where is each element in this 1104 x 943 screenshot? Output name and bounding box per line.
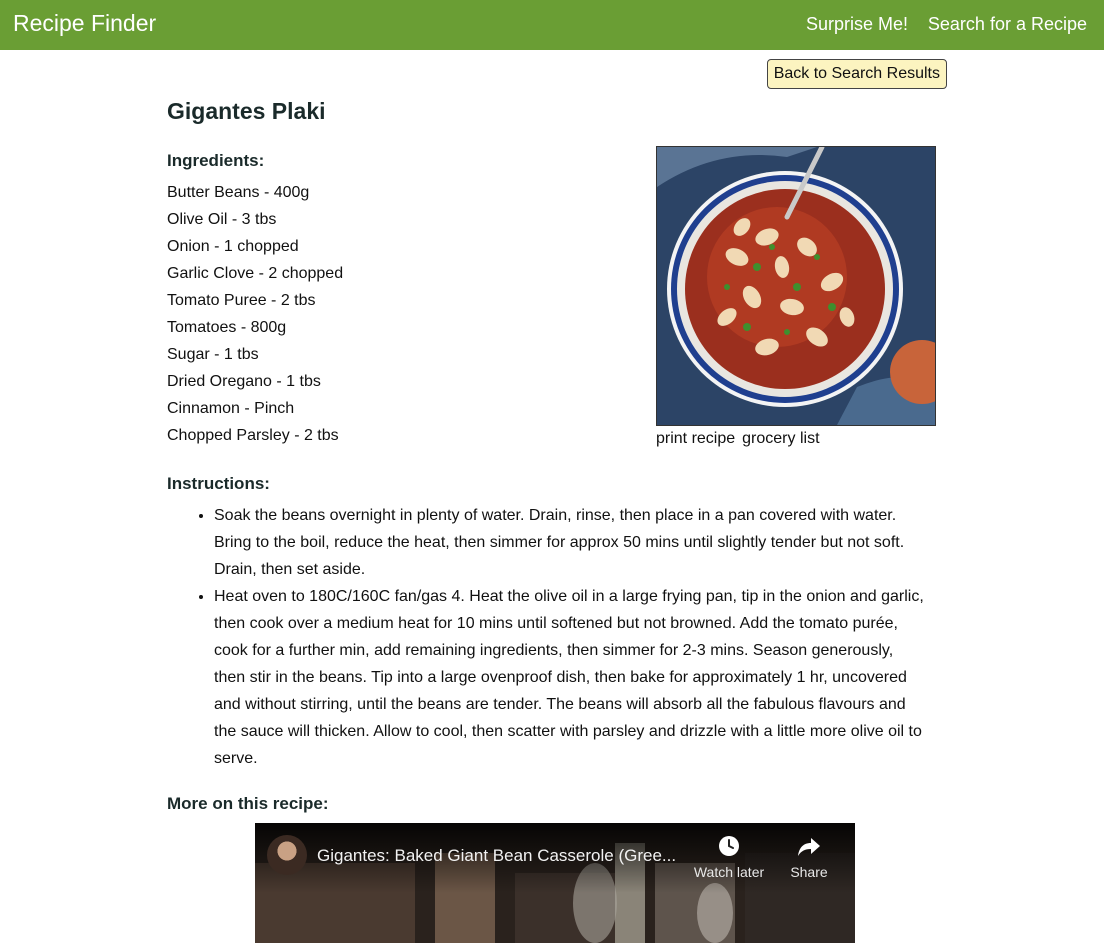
watch-later-label: Watch later xyxy=(693,864,765,880)
ingredient-item: Onion - 1 chopped xyxy=(167,238,299,255)
back-to-results-button[interactable]: Back to Search Results xyxy=(766,59,947,89)
bean-casserole-illustration xyxy=(657,147,935,425)
instruction-step: Soak the beans overnight in plenty of wa… xyxy=(214,502,927,583)
brand-link[interactable]: Recipe Finder xyxy=(13,10,156,36)
video-title[interactable]: Gigantes: Baked Giant Bean Casserole (Gr… xyxy=(317,845,687,867)
recipe-photo xyxy=(656,146,936,426)
ingredient-item: Chopped Parsley - 2 tbs xyxy=(167,427,339,444)
search-recipe-link[interactable]: Search for a Recipe xyxy=(928,13,1087,35)
clock-icon xyxy=(719,836,739,856)
photo-links: print recipe grocery list xyxy=(656,429,820,449)
top-navbar: Recipe Finder Surprise Me! Search for a … xyxy=(0,0,1104,50)
ingredient-item: Garlic Clove - 2 chopped xyxy=(167,265,344,282)
ingredient-item: Sugar - 1 tbs xyxy=(167,346,259,363)
ingredients-heading: Ingredients: xyxy=(167,151,265,170)
instruction-step: Heat oven to 180C/160C fan/gas 4. Heat t… xyxy=(214,583,927,772)
share-arrow-icon xyxy=(798,838,820,856)
watch-later-button[interactable]: Watch later xyxy=(691,835,767,881)
more-on-recipe-heading: More on this recipe: xyxy=(167,794,329,813)
instructions-list: Soak the beans overnight in plenty of wa… xyxy=(167,502,927,772)
share-label: Share xyxy=(790,864,828,880)
ingredient-item: Tomatoes - 800g xyxy=(167,319,287,336)
print-recipe-link[interactable]: print recipe xyxy=(656,430,735,447)
recipe-title: Gigantes Plaki xyxy=(167,98,326,124)
ingredient-item: Olive Oil - 3 tbs xyxy=(167,211,277,228)
video-player[interactable]: Gigantes: Baked Giant Bean Casserole (Gr… xyxy=(255,823,855,943)
ingredient-item: Cinnamon - Pinch xyxy=(167,400,295,417)
ingredient-item: Tomato Puree - 2 tbs xyxy=(167,292,316,309)
channel-avatar[interactable] xyxy=(267,835,307,875)
ingredient-list: Butter Beans - 400g Olive Oil - 3 tbs On… xyxy=(167,179,343,449)
ingredient-item: Dried Oregano - 1 tbs xyxy=(167,373,321,390)
surprise-me-link[interactable]: Surprise Me! xyxy=(806,13,908,35)
ingredient-item: Butter Beans - 400g xyxy=(167,184,310,201)
grocery-list-link[interactable]: grocery list xyxy=(742,430,819,447)
instructions-heading: Instructions: xyxy=(167,474,270,493)
share-button[interactable]: Share xyxy=(771,835,847,881)
